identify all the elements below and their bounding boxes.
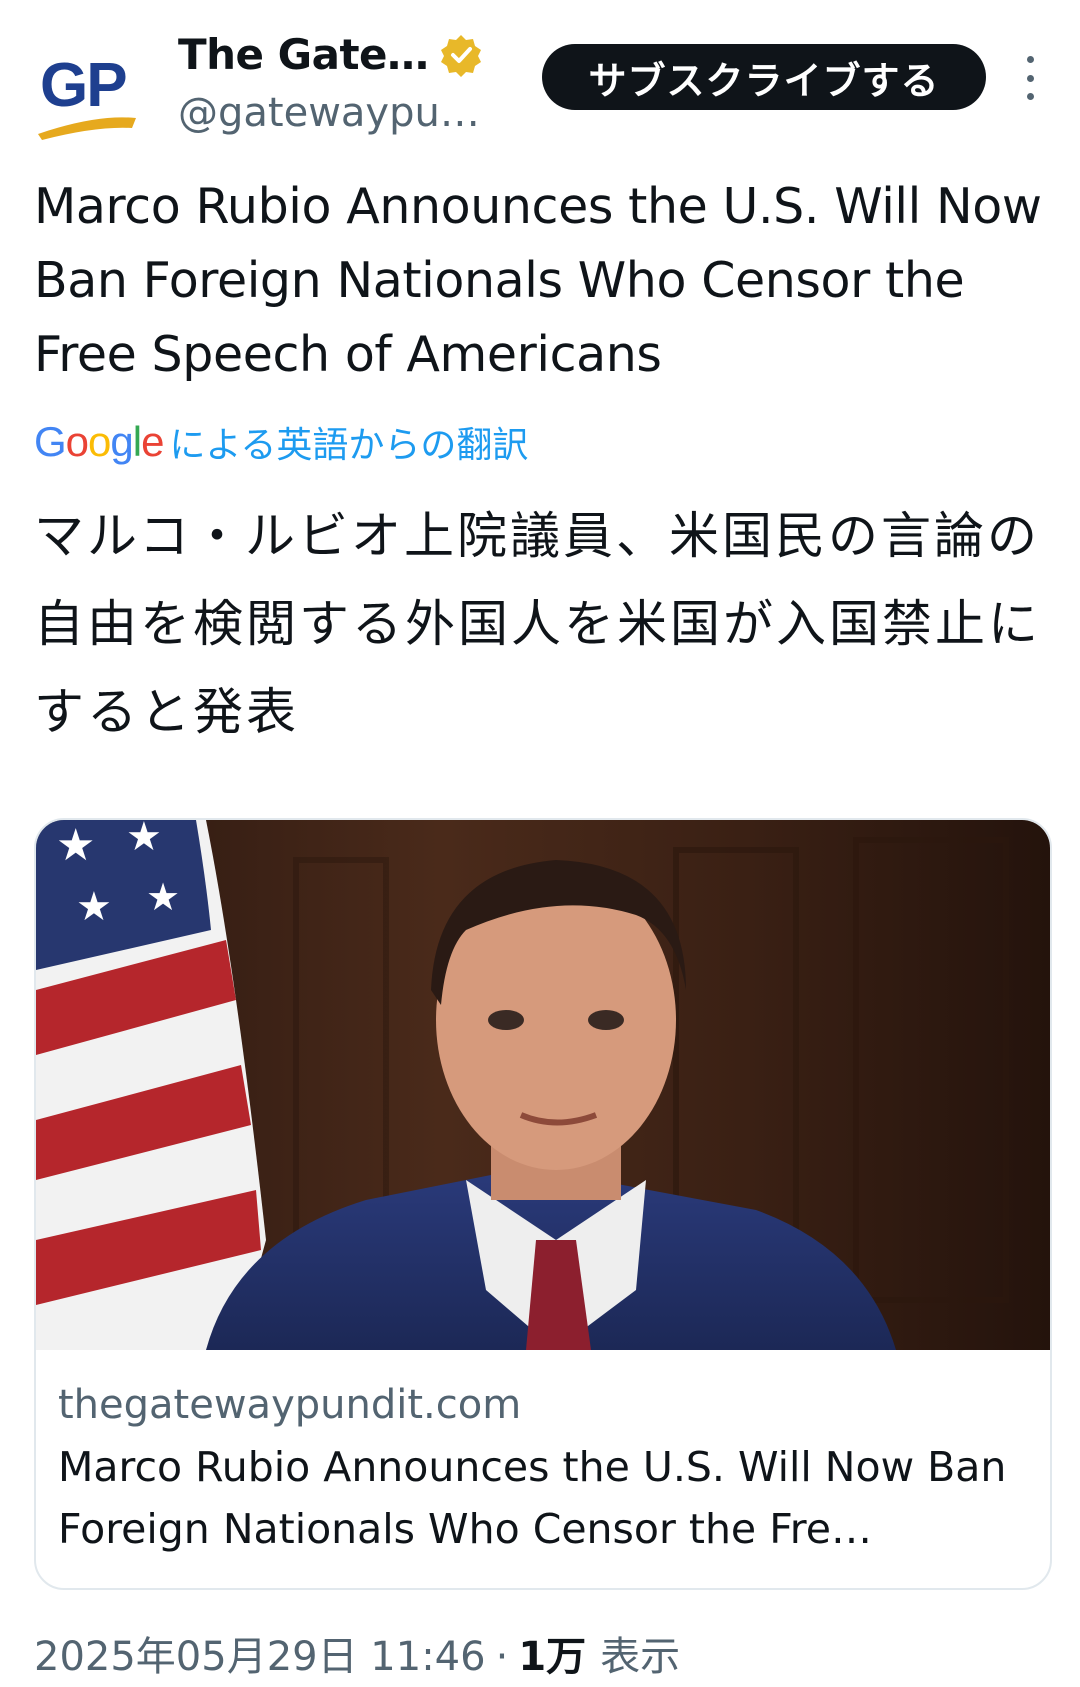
svg-text:★: ★ (56, 820, 95, 871)
translation-label[interactable]: による英語からの翻訳 (169, 416, 528, 468)
views-count: 1万 (518, 1634, 587, 1680)
link-card[interactable]: ★ ★ ★ ★ thegatewaypundit.com Marco Rubio… (34, 818, 1052, 1590)
views-label: 表示 (600, 1634, 681, 1680)
card-domain[interactable]: thegatewaypundit.com (58, 1374, 1033, 1436)
account-name-row[interactable]: The Gate… (178, 30, 483, 79)
verified-badge-icon (440, 34, 481, 77)
google-logo: Google (34, 418, 164, 465)
article-image[interactable]: ★ ★ ★ ★ (36, 820, 1050, 1350)
meta-separator: · (495, 1634, 509, 1680)
account-name[interactable]: The Gate… (178, 30, 429, 79)
card-title[interactable]: Marco Rubio Announces the U.S. Will Now … (58, 1436, 1033, 1560)
svg-text:★: ★ (126, 820, 162, 860)
gp-logo-text: GP (40, 51, 126, 120)
gp-logo-icon: GP (38, 51, 136, 140)
subscribe-button[interactable]: サブスクライブする (542, 44, 986, 110)
translated-text: マルコ・ルビオ上院議員、米国民の言論の自由を検閲する外国人を米国が入国禁止にする… (34, 507, 1041, 741)
svg-text:★: ★ (76, 884, 112, 930)
more-options-icon[interactable] (1018, 56, 1042, 100)
avatar[interactable]: GP (36, 48, 148, 148)
post-meta: 2025年05月29日 11:46 · 1万 表示 (34, 1624, 680, 1682)
svg-text:★: ★ (146, 875, 180, 919)
timestamp[interactable]: 2025年05月29日 11:46 (34, 1624, 486, 1682)
account-handle[interactable]: @gatewaypu… (178, 90, 480, 136)
card-text[interactable]: thegatewaypundit.com Marco Rubio Announc… (58, 1374, 1033, 1560)
post-text: Marco Rubio Announces the U.S. Will Now … (34, 178, 1042, 383)
translation-attribution[interactable]: Google による英語からの翻訳 (34, 414, 528, 470)
